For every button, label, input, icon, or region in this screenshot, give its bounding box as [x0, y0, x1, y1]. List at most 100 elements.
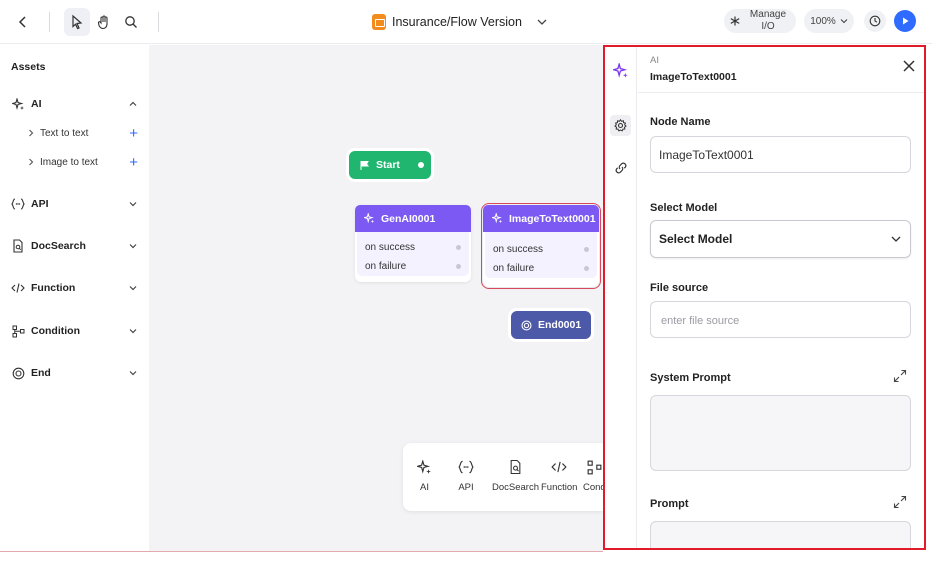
- sidebar-item-docsearch[interactable]: DocSearch: [11, 237, 138, 255]
- palette-item-ai[interactable]: AI: [417, 457, 432, 493]
- sidebar-item-label: End: [31, 367, 51, 379]
- failure-port[interactable]: [584, 266, 589, 271]
- sidebar-item-label: Condition: [31, 325, 80, 337]
- search-tool-button[interactable]: [118, 8, 144, 36]
- image-to-text-node[interactable]: ImageToText0001 on success on failure: [481, 203, 601, 289]
- success-label: on success: [493, 244, 544, 255]
- system-prompt-textarea[interactable]: [650, 395, 911, 471]
- flow-canvas[interactable]: Start GenAI0001 on success on failure Im…: [149, 45, 603, 551]
- link-icon: [615, 162, 626, 173]
- add-image-to-text-button[interactable]: +: [129, 155, 138, 170]
- doc-search-icon: [509, 457, 522, 477]
- toolbar-divider: [158, 12, 159, 32]
- end-node[interactable]: End0001: [511, 311, 591, 339]
- chevron-down-icon: [840, 19, 848, 24]
- code-icon: [551, 457, 567, 477]
- output-port[interactable]: [418, 162, 424, 168]
- chevron-down-icon: [129, 371, 137, 376]
- start-node-label: Start: [376, 159, 400, 171]
- select-tool-button[interactable]: [64, 8, 90, 36]
- code-icon: [11, 281, 25, 295]
- zoom-value: 100%: [810, 15, 836, 27]
- branch-icon: [587, 457, 602, 477]
- sidebar-subitem-image-to-text[interactable]: Image to text +: [27, 154, 138, 170]
- prompt-label: Prompt: [650, 498, 689, 510]
- assets-heading: Assets: [11, 61, 46, 73]
- sidebar-item-ai[interactable]: AI: [11, 95, 138, 113]
- search-icon: [125, 16, 137, 28]
- failure-port[interactable]: [456, 264, 461, 269]
- palette-item-function[interactable]: Function: [541, 457, 577, 493]
- palette-item-docsearch[interactable]: DocSearch: [492, 457, 539, 493]
- palette-label: API: [458, 482, 474, 493]
- sidebar-item-end[interactable]: End: [11, 364, 138, 382]
- pointer-icon: [72, 14, 83, 30]
- start-node[interactable]: Start: [349, 151, 431, 179]
- model-select-value: Select Model: [659, 232, 733, 246]
- chevron-right-icon: [29, 129, 34, 137]
- failure-branch: on failure: [357, 257, 469, 276]
- back-button[interactable]: [10, 8, 36, 36]
- manage-io-label: Manage I/O: [744, 9, 792, 33]
- expand-icon[interactable]: [893, 495, 907, 509]
- add-text-to-text-button[interactable]: +: [129, 126, 138, 141]
- palette-label: Cond: [583, 482, 603, 493]
- sidebar-item-api[interactable]: API: [11, 195, 138, 213]
- manage-io-button[interactable]: Manage I/O: [724, 9, 796, 33]
- success-port[interactable]: [584, 247, 589, 252]
- palette-item-condition[interactable]: Cond: [583, 457, 603, 493]
- close-icon[interactable]: [901, 58, 917, 74]
- sidebar-subitem-text-to-text[interactable]: Text to text +: [27, 125, 138, 141]
- failure-label: on failure: [365, 261, 407, 272]
- sparkle-icon: [11, 97, 25, 111]
- prompt-textarea[interactable]: [650, 521, 911, 548]
- sparkle-icon: [612, 62, 628, 78]
- hand-icon: [97, 15, 108, 30]
- panel-rail: [605, 47, 637, 548]
- asterisk-icon: [730, 16, 740, 26]
- palette-label: DocSearch: [492, 482, 539, 493]
- sidebar-subitem-label: Text to text: [40, 127, 89, 139]
- flow-title[interactable]: Insurance/Flow Version: [372, 11, 548, 33]
- sidebar-item-function[interactable]: Function: [11, 279, 138, 297]
- braces-icon: [11, 197, 25, 211]
- model-select[interactable]: Select Model: [650, 220, 911, 258]
- zoom-select[interactable]: 100%: [804, 9, 854, 33]
- bottom-strip: [0, 552, 932, 563]
- history-button[interactable]: [864, 10, 886, 32]
- rail-settings-button[interactable]: [610, 115, 631, 136]
- node-title: ImageToText0001: [509, 212, 596, 225]
- expand-icon[interactable]: [893, 369, 907, 383]
- chevron-left-icon: [18, 16, 26, 28]
- node-name-input[interactable]: [650, 136, 911, 173]
- pan-tool-button[interactable]: [91, 8, 117, 36]
- rail-ai-button[interactable]: [610, 60, 631, 81]
- braces-icon: [458, 457, 474, 477]
- panel-title: ImageToText0001: [650, 71, 737, 83]
- sparkle-icon: [492, 213, 503, 224]
- flag-icon: [360, 160, 369, 170]
- chevron-down-icon: [129, 329, 137, 334]
- palette-item-api[interactable]: API: [458, 457, 474, 493]
- rail-link-button[interactable]: [610, 157, 631, 178]
- end-icon: [11, 366, 25, 380]
- manage-label-line2: I/O: [761, 21, 775, 32]
- manage-label-line1: Manage: [749, 9, 787, 20]
- gear-icon: [614, 119, 627, 132]
- node-name-label: Node Name: [650, 116, 711, 128]
- sparkle-icon: [364, 213, 375, 224]
- sidebar-item-condition[interactable]: Condition: [11, 322, 138, 340]
- chevron-up-icon: [129, 101, 137, 106]
- success-port[interactable]: [456, 245, 461, 250]
- clock-icon: [869, 15, 881, 27]
- file-source-input[interactable]: [650, 301, 911, 338]
- success-branch: on success: [485, 240, 597, 259]
- genai-node[interactable]: GenAI0001 on success on failure: [355, 205, 471, 282]
- palette-label: AI: [420, 482, 429, 493]
- palette-label: Function: [541, 482, 578, 493]
- play-icon: [903, 17, 909, 25]
- doc-search-icon: [11, 239, 25, 253]
- top-toolbar: Insurance/Flow Version Manage I/O 100%: [0, 0, 932, 44]
- run-button[interactable]: [894, 10, 916, 32]
- chevron-down-icon: [129, 202, 137, 207]
